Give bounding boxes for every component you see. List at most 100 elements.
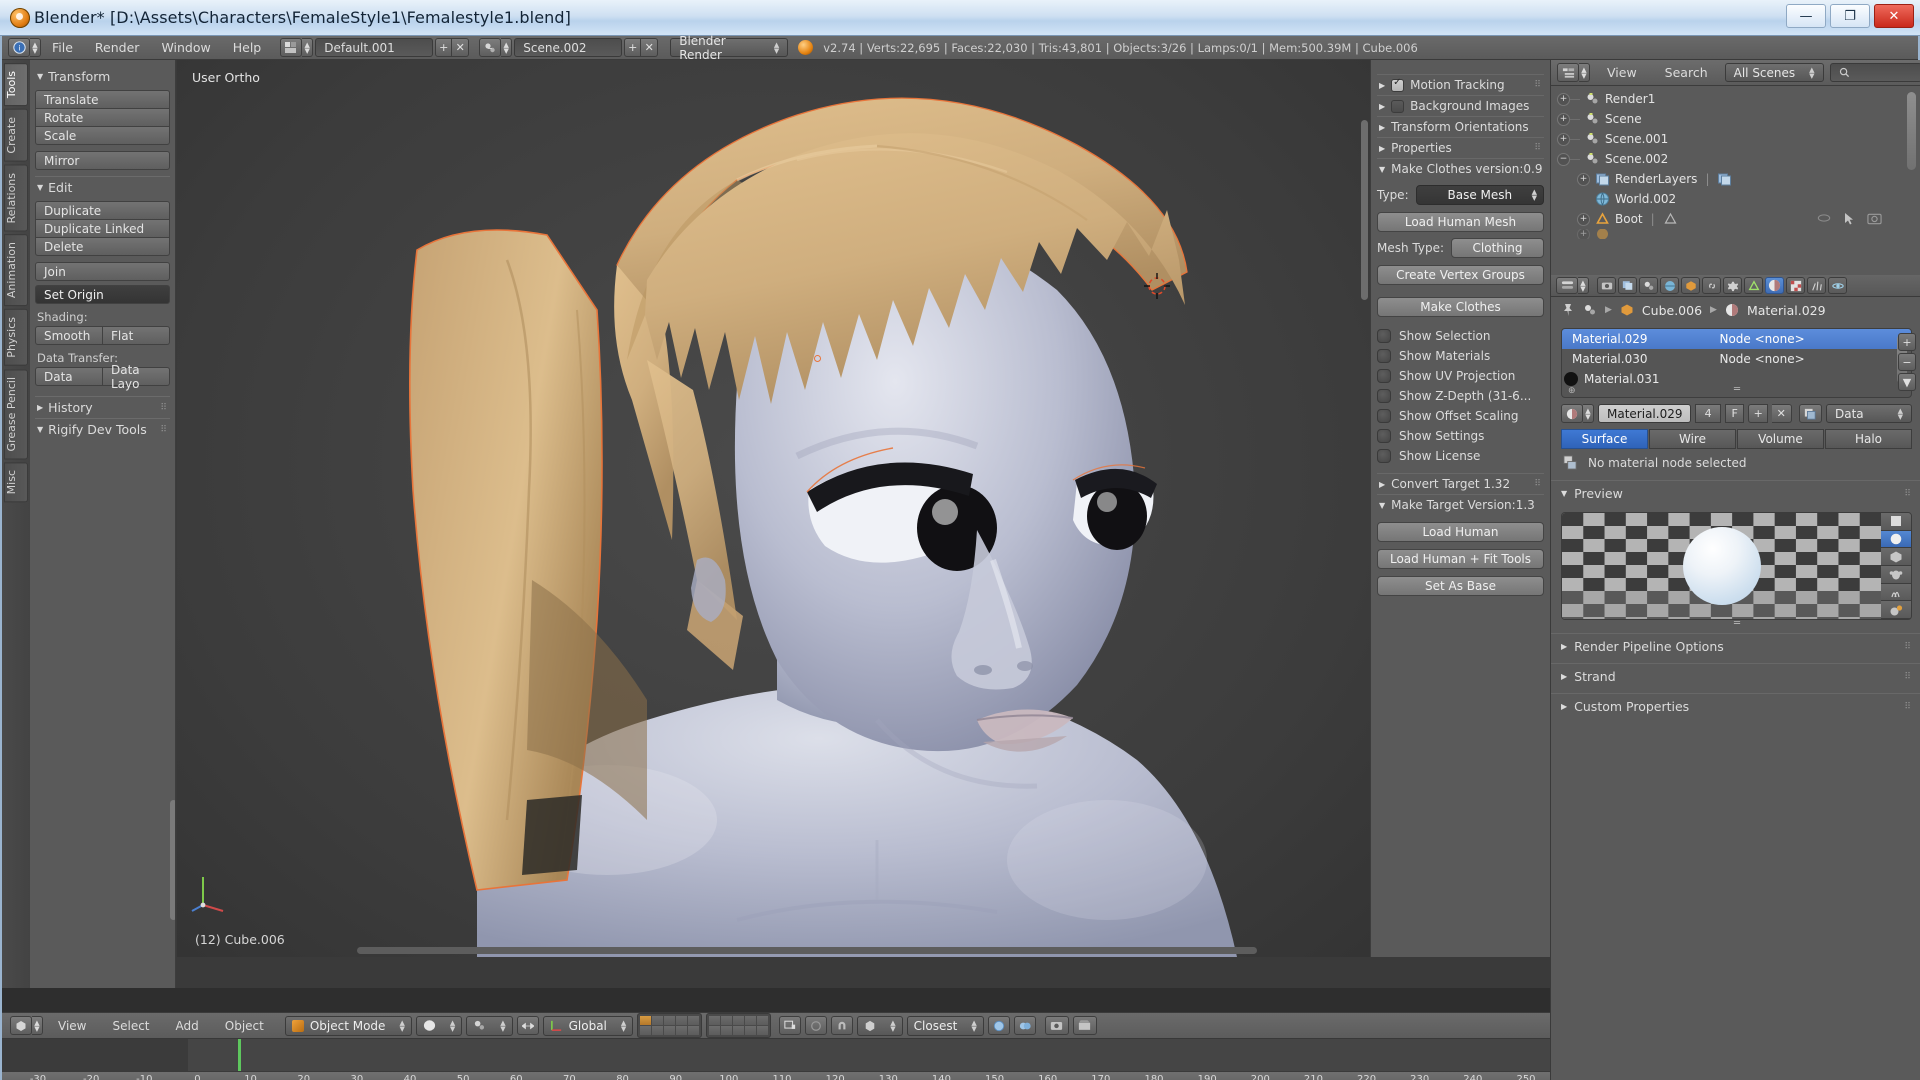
viewport-menu-view[interactable]: View [47,1017,97,1035]
scene-control[interactable]: ▲ ▼ Scene.002 + ✕ [479,38,659,57]
tool-tab-grease-pencil[interactable]: Grease Pencil [4,368,28,460]
show-settings-row[interactable]: Show Settings [1377,429,1544,443]
show-materials-checkbox[interactable] [1377,349,1391,363]
pivot-point-dropdown[interactable]: ▲ ▼ [466,1015,513,1036]
scene-layers-grid-top[interactable] [637,1013,703,1038]
tab-render[interactable] [1597,277,1616,294]
expand-icon[interactable]: + [1557,92,1570,106]
snap-element-dropdown[interactable]: ▲ ▼ [857,1015,903,1036]
material-name-field[interactable]: Material.029 [1598,404,1692,423]
motion-tracking-checkbox[interactable] [1391,78,1405,92]
viewport-menu-add[interactable]: Add [165,1017,210,1035]
timeline-playhead[interactable] [238,1039,241,1071]
flat-preview-button[interactable] [1881,513,1911,531]
outliner-search-input[interactable] [1829,63,1920,82]
transform-orientation-dropdown[interactable]: Global ▲ ▼ [542,1015,634,1036]
set-origin-button[interactable]: Set Origin [35,285,170,304]
make-clothes-panel-header[interactable]: ▼ Make Clothes version:0.9 [1377,158,1544,179]
tool-tab-relations[interactable]: Relations [4,164,28,232]
restrict-view-icon[interactable] [1817,212,1831,224]
mirror-button[interactable]: Mirror [35,151,170,170]
shade-flat-button[interactable]: Flat [103,326,170,345]
tab-wire[interactable]: Wire [1649,429,1736,449]
render-image-button[interactable] [1044,1016,1069,1035]
hair-preview-button[interactable] [1881,583,1911,602]
remove-material-slot-button[interactable]: − [1898,353,1916,371]
expand-icon[interactable]: + [1557,132,1570,146]
expand-icon[interactable]: + [1577,212,1590,226]
close-button[interactable]: ✕ [1874,4,1914,28]
timeline-ruler[interactable]: -30 -20 -10 0 10 20 30 40 50 60 70 80 90 100 110 120 130… [2,1071,1550,1080]
expand-icon[interactable]: + [1557,112,1570,126]
cube-preview-button[interactable] [1881,548,1911,567]
delete-button[interactable]: Delete [35,237,170,256]
make-clothes-button[interactable]: Make Clothes [1377,297,1544,317]
make-target-panel-header[interactable]: ▼ Make Target Version:1.3 [1377,494,1544,515]
sphere-sky-preview-button[interactable] [1881,601,1911,619]
viewport-editor-spinner[interactable]: ▲ ▼ [32,1016,43,1035]
material-link-dropdown[interactable]: Data ▲ ▼ [1826,404,1912,423]
material-browse-spinner[interactable]: ▲ ▼ [1583,404,1594,423]
show-offset-scaling-checkbox[interactable] [1377,409,1391,423]
opengl-render-button[interactable] [987,1016,1010,1035]
manipulator-toggle-button[interactable] [516,1016,539,1035]
expand-icon[interactable]: + [1577,229,1590,239]
rotate-button[interactable]: Rotate [35,108,170,127]
load-human-mesh-button[interactable]: Load Human Mesh [1377,212,1544,232]
tool-shelf-scrollbar[interactable] [170,800,175,920]
outliner-tree[interactable]: + Render1 + Scene + Scene.001 − Scene.00… [1551,86,1920,275]
properties-editor-spinner[interactable]: ▲ ▼ [1578,277,1589,294]
collapse-icon[interactable]: − [1557,152,1570,166]
viewport-menu-select[interactable]: Select [101,1017,160,1035]
menu-file[interactable]: File [41,38,84,57]
outliner-row-partial[interactable]: + [1551,229,1920,239]
outliner-row-scene-001[interactable]: + Scene.001 [1551,129,1920,149]
convert-target-panel-header[interactable]: ▶ Convert Target 1.32 ⠿ [1377,473,1544,494]
load-human-button[interactable]: Load Human [1377,522,1544,542]
outliner-display-mode-dropdown[interactable]: All Scenes ▲ ▼ [1724,63,1824,82]
copy-material-button[interactable] [1798,404,1822,423]
preview-panel-header[interactable]: ▼ Preview ⠿ [1551,480,1920,506]
shade-smooth-button[interactable]: Smooth [35,326,103,345]
tab-volume[interactable]: Volume [1737,429,1824,449]
snap-magnet-button[interactable] [831,1016,854,1035]
material-slot-menu-button[interactable]: ▼ [1898,373,1916,391]
tab-object-data[interactable] [1744,277,1763,294]
duplicate-linked-button[interactable]: Duplicate Linked [35,219,170,238]
interaction-mode-dropdown[interactable]: Object Mode ▲ ▼ [284,1015,412,1036]
background-images-checkbox[interactable] [1391,99,1405,113]
motion-tracking-panel-header[interactable]: ▶ Motion Tracking ⠿ [1377,74,1544,95]
outliner-row-boot[interactable]: + Boot | [1551,209,1920,229]
set-as-base-button[interactable]: Set As Base [1377,576,1544,596]
show-materials-row[interactable]: Show Materials [1377,349,1544,363]
delete-screen-layout-button[interactable]: ✕ [452,38,470,57]
expand-icon[interactable]: + [1577,172,1590,186]
menu-help[interactable]: Help [222,38,273,57]
properties-panel-header[interactable]: ▶ Properties ⠿ [1377,137,1544,158]
viewport-menu-object[interactable]: Object [214,1017,275,1035]
screen-layout-spinner[interactable]: ▲ ▼ [302,38,314,57]
show-license-row[interactable]: Show License [1377,449,1544,463]
outliner-scrollbar[interactable] [1907,92,1916,170]
load-human-fit-tools-button[interactable]: Load Human + Fit Tools [1377,549,1544,569]
add-scene-button[interactable]: + [624,38,642,57]
menu-render[interactable]: Render [84,38,151,57]
timeline-track[interactable] [2,1039,1550,1071]
delete-scene-button[interactable]: ✕ [641,38,659,57]
custom-properties-header[interactable]: ▶ Custom Properties ⠿ [1551,693,1920,719]
transform-panel-header[interactable]: ▼ Transform [35,66,170,87]
breadcrumb-material[interactable]: Material.029 [1747,303,1826,318]
material-preview[interactable] [1561,512,1912,620]
pin-icon[interactable] [1561,303,1575,317]
restrict-render-icon[interactable] [1867,212,1882,225]
proportional-edit-button[interactable] [805,1016,828,1035]
show-offset-scaling-row[interactable]: Show Offset Scaling [1377,409,1544,423]
list-resize-grip[interactable]: ═ [1734,384,1740,395]
show-z-depth-row[interactable]: Show Z-Depth (31-6... [1377,389,1544,403]
outliner-menu-search[interactable]: Search [1654,63,1719,82]
render-engine-dropdown[interactable]: Blender Render ▲ ▼ [670,34,789,62]
outliner-editor-spinner[interactable]: ▲ ▼ [1579,63,1590,82]
render-animation-button[interactable] [1072,1016,1097,1035]
material-slot-row[interactable]: Material.029 Node <none> [1562,329,1911,349]
add-screen-layout-button[interactable]: + [435,38,453,57]
